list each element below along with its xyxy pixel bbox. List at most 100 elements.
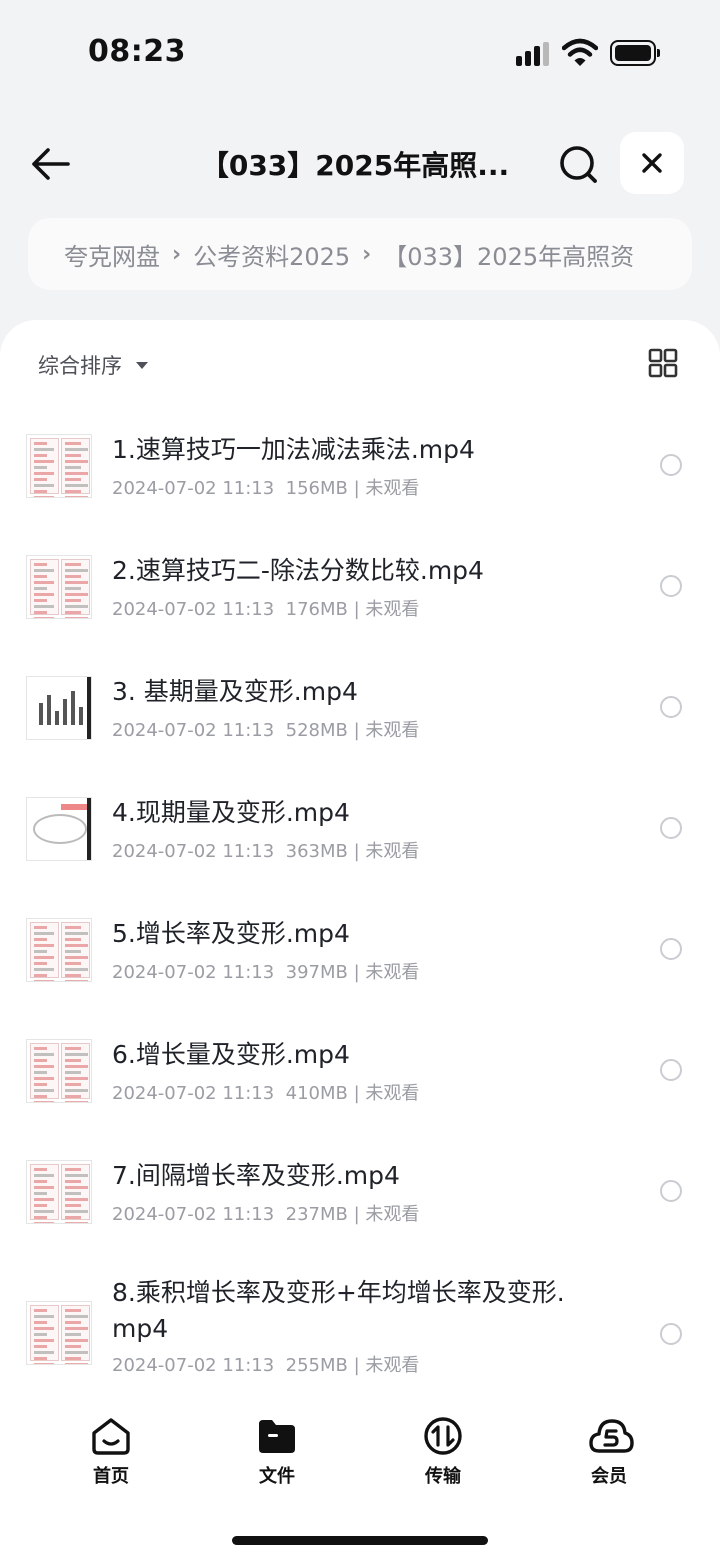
file-row[interactable]: 7.间隔增长率及变形.mp4 2024-07-02 11:13 237MB | …: [0, 1136, 720, 1246]
sort-label: 综合排序: [38, 354, 122, 378]
watch-status: 未观看: [365, 1355, 420, 1376]
file-date: 2024-07-02 11:13: [112, 720, 275, 741]
video-thumbnail: [26, 918, 92, 982]
video-thumbnail: [26, 1160, 92, 1224]
breadcrumb: 夸克网盘 › 公考资料2025 › 【033】2025年高照资: [28, 218, 692, 290]
file-row[interactable]: 3. 基期量及变形.mp4 2024-07-02 11:13 528MB | 未…: [0, 652, 720, 762]
vip-cloud-icon: [589, 1419, 634, 1453]
video-thumbnail: [26, 797, 92, 861]
close-icon: [642, 153, 662, 173]
watch-status: 未观看: [365, 962, 420, 983]
file-list-panel: 综合排序 1.速算技巧一加法减法乘法.mp4 2024-07-02 11:13 …: [0, 320, 720, 1560]
file-row[interactable]: 6.增长量及变形.mp4 2024-07-02 11:13 410MB | 未观…: [0, 1015, 720, 1125]
file-row[interactable]: 4.现期量及变形.mp4 2024-07-02 11:13 363MB | 未观…: [0, 773, 720, 883]
file-meta: 2024-07-02 11:13 410MB | 未观看: [112, 1083, 420, 1104]
watch-status: 未观看: [365, 1083, 420, 1104]
caret-down-icon: [136, 361, 148, 369]
file-size: 397MB: [285, 962, 348, 983]
watch-status: 未观看: [365, 599, 420, 620]
file-name: 8.乘积增长率及变形+年均增长率及变形.mp4: [112, 1278, 565, 1343]
breadcrumb-item-folder[interactable]: 公考资料2025: [193, 237, 350, 272]
sort-dropdown[interactable]: 综合排序: [38, 350, 148, 380]
watch-status: 未观看: [365, 478, 420, 499]
video-thumbnail: [26, 434, 92, 498]
page-title: 【033】2025年高照...: [200, 149, 510, 182]
tab-label: 文件: [259, 1466, 295, 1487]
folder-icon: [259, 1420, 295, 1453]
file-size: 528MB: [285, 720, 348, 741]
tab-transfer[interactable]: 传输: [388, 1416, 498, 1487]
file-size: 176MB: [285, 599, 348, 620]
file-size: 255MB: [285, 1355, 348, 1376]
file-date: 2024-07-02 11:13: [112, 478, 275, 499]
grid-view-icon[interactable]: [648, 348, 678, 378]
file-meta: 2024-07-02 11:13 397MB | 未观看: [112, 962, 420, 983]
file-name: 1.速算技巧一加法减法乘法.mp4: [112, 435, 475, 464]
battery-icon: [610, 40, 660, 66]
breadcrumb-item-root[interactable]: 夸克网盘: [64, 237, 160, 272]
file-name: 2.速算技巧二-除法分数比较.mp4: [112, 556, 484, 585]
tab-label: 传输: [425, 1466, 461, 1487]
file-size: 156MB: [285, 478, 348, 499]
status-time: 08:23: [88, 34, 186, 69]
select-radio[interactable]: [660, 1180, 682, 1202]
file-size: 237MB: [285, 1204, 348, 1225]
wifi-icon: [562, 38, 598, 66]
breadcrumb-chevron-icon: ›: [172, 241, 182, 267]
transfer-icon: [424, 1417, 462, 1455]
back-arrow-icon[interactable]: [28, 142, 72, 186]
file-name: 7.间隔增长率及变形.mp4: [112, 1161, 400, 1190]
file-meta: 2024-07-02 11:13 176MB | 未观看: [112, 599, 420, 620]
file-size: 410MB: [285, 1083, 348, 1104]
bottom-tab-bar: 首页 文件 传输 会员: [0, 1398, 720, 1498]
video-thumbnail: [26, 1301, 92, 1365]
tab-home[interactable]: 首页: [56, 1416, 166, 1487]
watch-status: 未观看: [365, 1204, 420, 1225]
file-name: 6.增长量及变形.mp4: [112, 1040, 350, 1069]
file-date: 2024-07-02 11:13: [112, 1204, 275, 1225]
nav-header: 【033】2025年高照...: [0, 128, 720, 200]
watch-status: 未观看: [365, 720, 420, 741]
tab-label: 首页: [93, 1466, 129, 1487]
select-radio[interactable]: [660, 1059, 682, 1081]
select-radio[interactable]: [660, 454, 682, 476]
file-meta: 2024-07-02 11:13 528MB | 未观看: [112, 720, 420, 741]
tab-vip[interactable]: 会员: [554, 1416, 664, 1487]
file-name: 4.现期量及变形.mp4: [112, 798, 350, 827]
file-meta: 2024-07-02 11:13 255MB | 未观看: [112, 1355, 420, 1376]
file-meta: 2024-07-02 11:13 363MB | 未观看: [112, 841, 420, 862]
tab-label: 会员: [591, 1466, 627, 1487]
file-date: 2024-07-02 11:13: [112, 599, 275, 620]
video-thumbnail: [26, 555, 92, 619]
file-date: 2024-07-02 11:13: [112, 841, 275, 862]
select-radio[interactable]: [660, 817, 682, 839]
select-radio[interactable]: [660, 575, 682, 597]
video-thumbnail: [26, 1039, 92, 1103]
file-date: 2024-07-02 11:13: [112, 962, 275, 983]
file-row[interactable]: 8.乘积增长率及变形+年均增长率及变形.mp4 2024-07-02 11:13…: [0, 1257, 720, 1397]
file-date: 2024-07-02 11:13: [112, 1355, 275, 1376]
status-bar: 08:23: [0, 0, 720, 108]
file-meta: 2024-07-02 11:13 156MB | 未观看: [112, 478, 420, 499]
breadcrumb-item-current[interactable]: 【033】2025年高照资: [383, 237, 634, 272]
select-radio[interactable]: [660, 938, 682, 960]
home-icon: [92, 1418, 130, 1455]
home-indicator: [232, 1536, 488, 1545]
select-radio[interactable]: [660, 696, 682, 718]
tab-files[interactable]: 文件: [222, 1416, 332, 1487]
file-name: 5.增长率及变形.mp4: [112, 919, 350, 948]
file-size: 363MB: [285, 841, 348, 862]
watch-status: 未观看: [365, 841, 420, 862]
video-thumbnail: [26, 676, 92, 740]
file-date: 2024-07-02 11:13: [112, 1083, 275, 1104]
close-button[interactable]: [620, 132, 684, 194]
cellular-signal-icon: [516, 42, 552, 66]
file-meta: 2024-07-02 11:13 237MB | 未观看: [112, 1204, 420, 1225]
select-radio[interactable]: [660, 1323, 682, 1345]
file-row[interactable]: 1.速算技巧一加法减法乘法.mp4 2024-07-02 11:13 156MB…: [0, 410, 720, 520]
search-icon[interactable]: [556, 142, 600, 186]
file-row[interactable]: 2.速算技巧二-除法分数比较.mp4 2024-07-02 11:13 176M…: [0, 531, 720, 641]
file-name: 3. 基期量及变形.mp4: [112, 677, 358, 706]
file-row[interactable]: 5.增长率及变形.mp4 2024-07-02 11:13 397MB | 未观…: [0, 894, 720, 1004]
breadcrumb-chevron-icon: ›: [362, 241, 372, 267]
